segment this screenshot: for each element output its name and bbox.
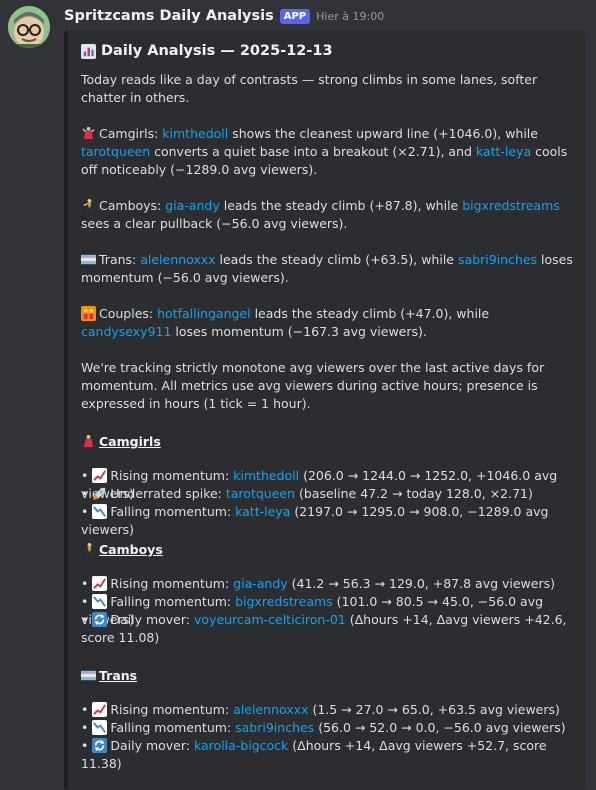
chart-increasing-icon <box>92 576 108 591</box>
user-link[interactable]: tarotqueen <box>226 486 295 501</box>
item-label: Falling momentum: <box>110 720 232 735</box>
user-link[interactable]: voyeurcam-celticiron-01 <box>194 612 346 627</box>
item-label: Daily mover: <box>110 612 191 627</box>
section-trans-heading: Trans <box>81 665 573 685</box>
trans-flag-icon <box>81 668 96 683</box>
summary-camgirls: Camgirls: kimthedoll shows the cleanest … <box>81 125 573 179</box>
man-dancing-icon <box>81 198 96 213</box>
analysis-embed: Daily Analysis — 2025-12-13 Today reads … <box>64 30 585 790</box>
item-detail: (baseline 47.2 → today 128.0, ×2.71) <box>299 486 533 501</box>
summary-camboys-lane: Camboys: <box>99 198 162 213</box>
list-item: • Underrated spike: tarotqueen (baseline… <box>81 486 533 501</box>
user-link[interactable]: karolla-bigcock <box>194 738 288 753</box>
user-link[interactable]: bigxredstreams <box>235 594 333 609</box>
section-title: Camgirls <box>99 434 161 449</box>
item-detail: (56.0 → 52.0 → 0.0, −56.0 avg viewers) <box>318 720 566 735</box>
user-link[interactable]: katt-leya <box>476 144 531 159</box>
chart-decreasing-icon <box>92 720 108 735</box>
embed-title: Daily Analysis — 2025-12-13 <box>81 40 573 62</box>
dancer-icon <box>81 434 96 449</box>
chart-increasing-icon <box>92 702 108 717</box>
bar-chart-icon <box>81 43 96 59</box>
dancer-icon <box>81 126 96 141</box>
chart-decreasing-icon <box>92 594 108 609</box>
list-item: • Falling momentum: katt-leya (2197.0 → … <box>81 504 549 537</box>
summary-couples-lane: Couples: <box>99 306 154 321</box>
list-item: • Daily mover: karolla-bigcock (Δhours +… <box>81 738 547 771</box>
item-detail: (1.5 → 27.0 → 65.0, +63.5 avg viewers) <box>312 702 560 717</box>
section-camgirls-heading: Camgirls <box>81 431 573 451</box>
avatar[interactable] <box>8 6 50 48</box>
arrows-cycle-icon <box>92 738 108 753</box>
message-header: Spritzcams Daily Analysis APP Hier à 19:… <box>64 6 384 26</box>
rocket-icon <box>92 486 107 501</box>
user-link[interactable]: kimthedoll <box>162 126 228 141</box>
chart-increasing-icon <box>92 468 108 483</box>
summary-trans: Trans: alelennoxxx leads the steady clim… <box>81 251 573 287</box>
intro-text: Today reads like a day of contrasts — st… <box>81 72 538 105</box>
user-link[interactable]: kimthedoll <box>233 468 299 483</box>
list-item: • Falling momentum: sabri9inches (56.0 →… <box>81 720 566 735</box>
summary-text: leads the steady climb (+63.5), while <box>215 252 458 267</box>
message-timestamp[interactable]: Hier à 19:00 <box>316 10 384 23</box>
user-link[interactable]: alelennoxxx <box>140 252 215 267</box>
app-badge: APP <box>279 8 311 24</box>
user-link[interactable]: tarotqueen <box>81 144 150 159</box>
user-link[interactable]: hotfallingangel <box>157 306 251 321</box>
user-link[interactable]: candysexy911 <box>81 324 171 339</box>
item-label: Rising momentum: <box>110 702 230 717</box>
list-item: • Daily mover: voyeurcam-celticiron-01 (… <box>81 612 567 645</box>
section-title: Camboys <box>99 542 163 557</box>
item-label: Underrated spike: <box>110 486 222 501</box>
item-label: Falling momentum: <box>110 594 232 609</box>
man-dancing-icon <box>81 542 96 557</box>
user-link[interactable]: gia-andy <box>233 576 288 591</box>
user-link[interactable]: sabri9inches <box>458 252 537 267</box>
embed-title-text: Daily Analysis — 2025-12-13 <box>101 43 333 59</box>
user-link[interactable]: alelennoxxx <box>233 702 308 717</box>
user-link[interactable]: bigxredstreams <box>462 198 560 213</box>
list-item: • Rising momentum: gia-andy (41.2 → 56.3… <box>81 576 556 591</box>
item-detail: (41.2 → 56.3 → 129.0, +87.8 avg viewers) <box>291 576 556 591</box>
summary-couples: Couples: hotfallingangel leads the stead… <box>81 305 573 341</box>
item-label: Rising momentum: <box>110 576 230 591</box>
item-label: Daily mover: <box>110 738 191 753</box>
arrows-cycle-icon <box>92 612 108 627</box>
chart-decreasing-icon <box>92 504 108 519</box>
methodology-text: We're tracking strictly monotone avg vie… <box>81 360 545 411</box>
user-link[interactable]: sabri9inches <box>235 720 314 735</box>
summary-text: shows the cleanest upward line (+1046.0)… <box>228 126 538 141</box>
summary-trans-lane: Trans: <box>99 252 137 267</box>
section-title: Trans <box>99 668 138 683</box>
author-name[interactable]: Spritzcams Daily Analysis <box>64 8 274 24</box>
user-link[interactable]: gia-andy <box>165 198 220 213</box>
list-item: • Rising momentum: alelennoxxx (1.5 → 27… <box>81 702 560 717</box>
trans-flag-icon <box>81 252 96 267</box>
item-label: Rising momentum: <box>110 468 230 483</box>
user-link[interactable]: katt-leya <box>235 504 290 519</box>
summary-text: converts a quiet base into a breakout (×… <box>150 144 476 159</box>
summary-text: leads the steady climb (+47.0), while <box>250 306 490 321</box>
summary-camgirls-lane: Camgirls: <box>99 126 159 141</box>
item-label: Falling momentum: <box>110 504 232 519</box>
couple-icon <box>81 306 96 321</box>
summary-text: leads the steady climb (+87.8), while <box>219 198 463 213</box>
summary-text: loses momentum (−167.3 avg viewers). <box>171 324 427 339</box>
summary-camboys: Camboys: gia-andy leads the steady climb… <box>81 197 573 233</box>
section-camboys-heading: Camboys <box>81 539 573 559</box>
summary-text: sees a clear pullback (−56.0 avg viewers… <box>81 216 348 231</box>
